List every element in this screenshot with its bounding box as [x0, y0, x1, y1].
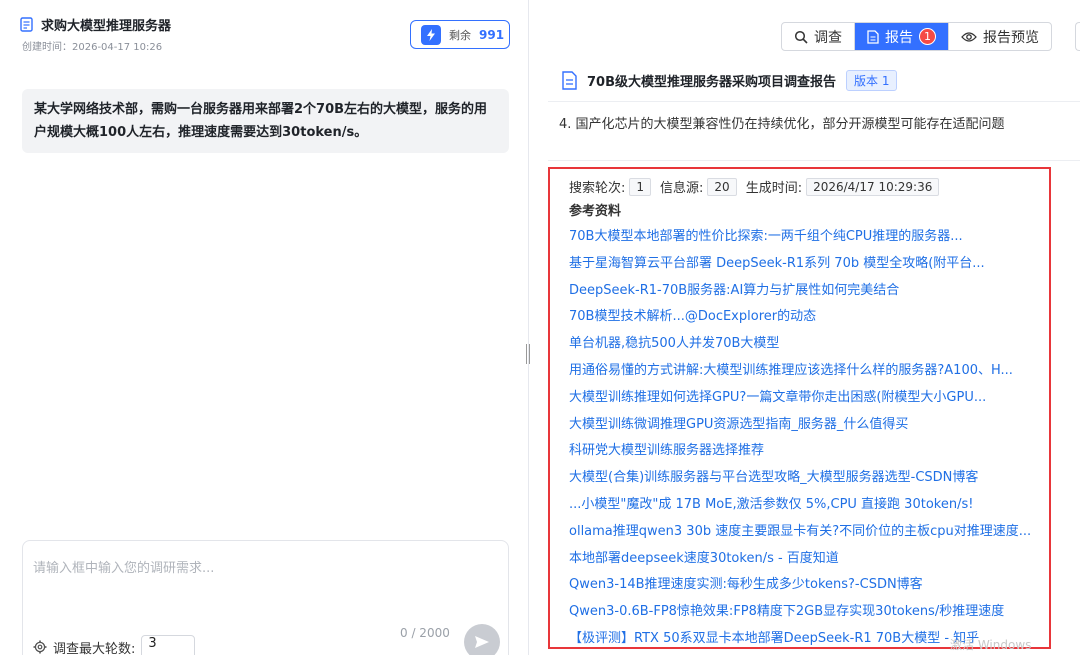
lightning-icon	[421, 24, 441, 45]
activate-windows-watermark: 激活 Windows	[950, 638, 1032, 652]
reference-link[interactable]: 用通俗易懂的方式讲解:大模型训练推理应该选择什么样的服务器?A100、H...	[569, 361, 1049, 388]
chat-panel: 求购大模型推理服务器 创建时间：2026-04-17 10:26 剩余 991 …	[0, 0, 529, 655]
report-title: 70B级大模型推理服务器采购项目调查报告	[587, 75, 836, 90]
task-title: 求购大模型推理服务器	[41, 19, 172, 34]
reference-link[interactable]: 大模型训练推理如何选择GPU?一篇文章带你走出困惑(附模型大小GPU...	[569, 388, 1049, 415]
search-rounds-value: 1	[629, 177, 652, 196]
reference-link[interactable]: 科研党大模型训练服务器选择推荐	[569, 441, 1049, 468]
report-panel: 调查 报告 1 报告预览 70B级大模型推理服务器采购项目调查报告 版本 1 4…	[530, 0, 1080, 655]
send-icon	[475, 636, 489, 648]
generated-time-value: 2026/4/17 10:29:36	[806, 177, 940, 196]
research-input[interactable]: 请输入框中输入您的调研需求...	[33, 557, 214, 576]
remaining-label: 剩余	[449, 28, 471, 42]
send-button[interactable]	[464, 624, 500, 655]
sources-value: 20	[707, 177, 737, 196]
sources-label: 信息源:	[660, 181, 704, 196]
search-icon	[794, 30, 808, 44]
reference-link[interactable]: ...小模型"魔改"成 17B MoE,激活参数仅 5%,CPU 直接跑 30t…	[569, 495, 1049, 522]
reference-link[interactable]: ollama推理qwen3 30b 速度主要跟显卡有关?不同价位的主板cpu对推…	[569, 522, 1049, 549]
search-rounds-label: 搜索轮次:	[569, 181, 626, 196]
view-tabs: 调查 报告 1 报告预览	[781, 22, 1052, 51]
reference-link[interactable]: 单台机器,稳抗500人并发70B大模型	[569, 334, 1049, 361]
references-title: 参考资料	[569, 204, 622, 219]
tab-investigate[interactable]: 调查	[782, 23, 854, 50]
version-badge[interactable]: 版本 1	[846, 70, 898, 91]
reference-link[interactable]: 大模型训练微调推理GPU资源选型指南_服务器_什么值得买	[569, 415, 1049, 442]
reference-link[interactable]: Qwen3-14B推理速度实测:每秒生成多少tokens?-CSDN博客	[569, 575, 1049, 602]
divider	[548, 101, 1080, 102]
report-file-icon	[562, 71, 577, 90]
max-rounds-input[interactable]: 3	[141, 635, 196, 655]
reference-link[interactable]: 70B大模型本地部署的性价比探索:一两千组个纯CPU推理的服务器...	[569, 227, 1049, 254]
gear-icon	[33, 640, 47, 654]
char-counter: 0 / 2000	[400, 626, 450, 640]
max-rounds-label: 调查最大轮数:	[53, 641, 136, 655]
reference-link[interactable]: DeepSeek-R1-70B服务器:AI算力与扩展性如何完美结合	[569, 281, 1049, 308]
report-count-badge: 1	[919, 28, 936, 45]
user-message: 某大学网络技术部，需购一台服务器用来部署2个70B左右的大模型，服务的用户规模大…	[22, 89, 509, 153]
remaining-quota-button[interactable]: 剩余 991	[410, 20, 510, 49]
report-header: 70B级大模型推理服务器采购项目调查报告 版本 1	[562, 70, 898, 91]
reference-link[interactable]: Qwen3-0.6B-FP8惊艳效果:FP8精度下2GB显存实现30tokens…	[569, 602, 1049, 629]
tab-report-preview-label: 报告预览	[983, 29, 1039, 46]
tab-investigate-label: 调查	[814, 29, 842, 46]
research-input-box: 请输入框中输入您的调研需求... 调查最大轮数: 3 0 / 2000	[22, 540, 509, 655]
created-time: 创建时间：2026-04-17 10:26	[22, 42, 163, 53]
remaining-value: 991	[479, 27, 505, 42]
generated-time-label: 生成时间:	[745, 181, 803, 196]
overflow-tab[interactable]	[1075, 22, 1080, 51]
tab-report-preview[interactable]: 报告预览	[948, 23, 1051, 50]
tab-report-label: 报告	[885, 29, 913, 46]
divider	[548, 160, 1080, 161]
reference-link[interactable]: 基于星海智算云平台部署 DeepSeek-R1系列 70b 模型全攻略(附平台.…	[569, 254, 1049, 281]
reference-link[interactable]: 70B模型技术解析...@DocExplorer的动态	[569, 307, 1049, 334]
search-meta: 搜索轮次: 1 信息源: 20 生成时间: 2026/4/17 10:29:36	[569, 177, 948, 196]
report-point-4: 4. 国产化芯片的大模型兼容性仍在持续优化，部分开源模型可能存在适配问题	[559, 117, 1005, 132]
task-doc-icon	[20, 17, 33, 32]
document-icon	[867, 29, 879, 44]
references-list: 70B大模型本地部署的性价比探索:一两千组个纯CPU推理的服务器... 基于星海…	[569, 227, 1049, 655]
app-window: 求购大模型推理服务器 创建时间：2026-04-17 10:26 剩余 991 …	[0, 0, 1080, 655]
eye-icon	[961, 31, 977, 42]
reference-link[interactable]: 本地部署deepseek速度30token/s - 百度知道	[569, 549, 1049, 576]
task-header: 求购大模型推理服务器	[20, 15, 171, 34]
max-rounds-control: 调查最大轮数: 3	[33, 635, 196, 655]
tab-report[interactable]: 报告 1	[854, 23, 948, 50]
reference-link[interactable]: 大模型(合集)训练服务器与平台选型攻略_大模型服务器选型-CSDN博客	[569, 468, 1049, 495]
